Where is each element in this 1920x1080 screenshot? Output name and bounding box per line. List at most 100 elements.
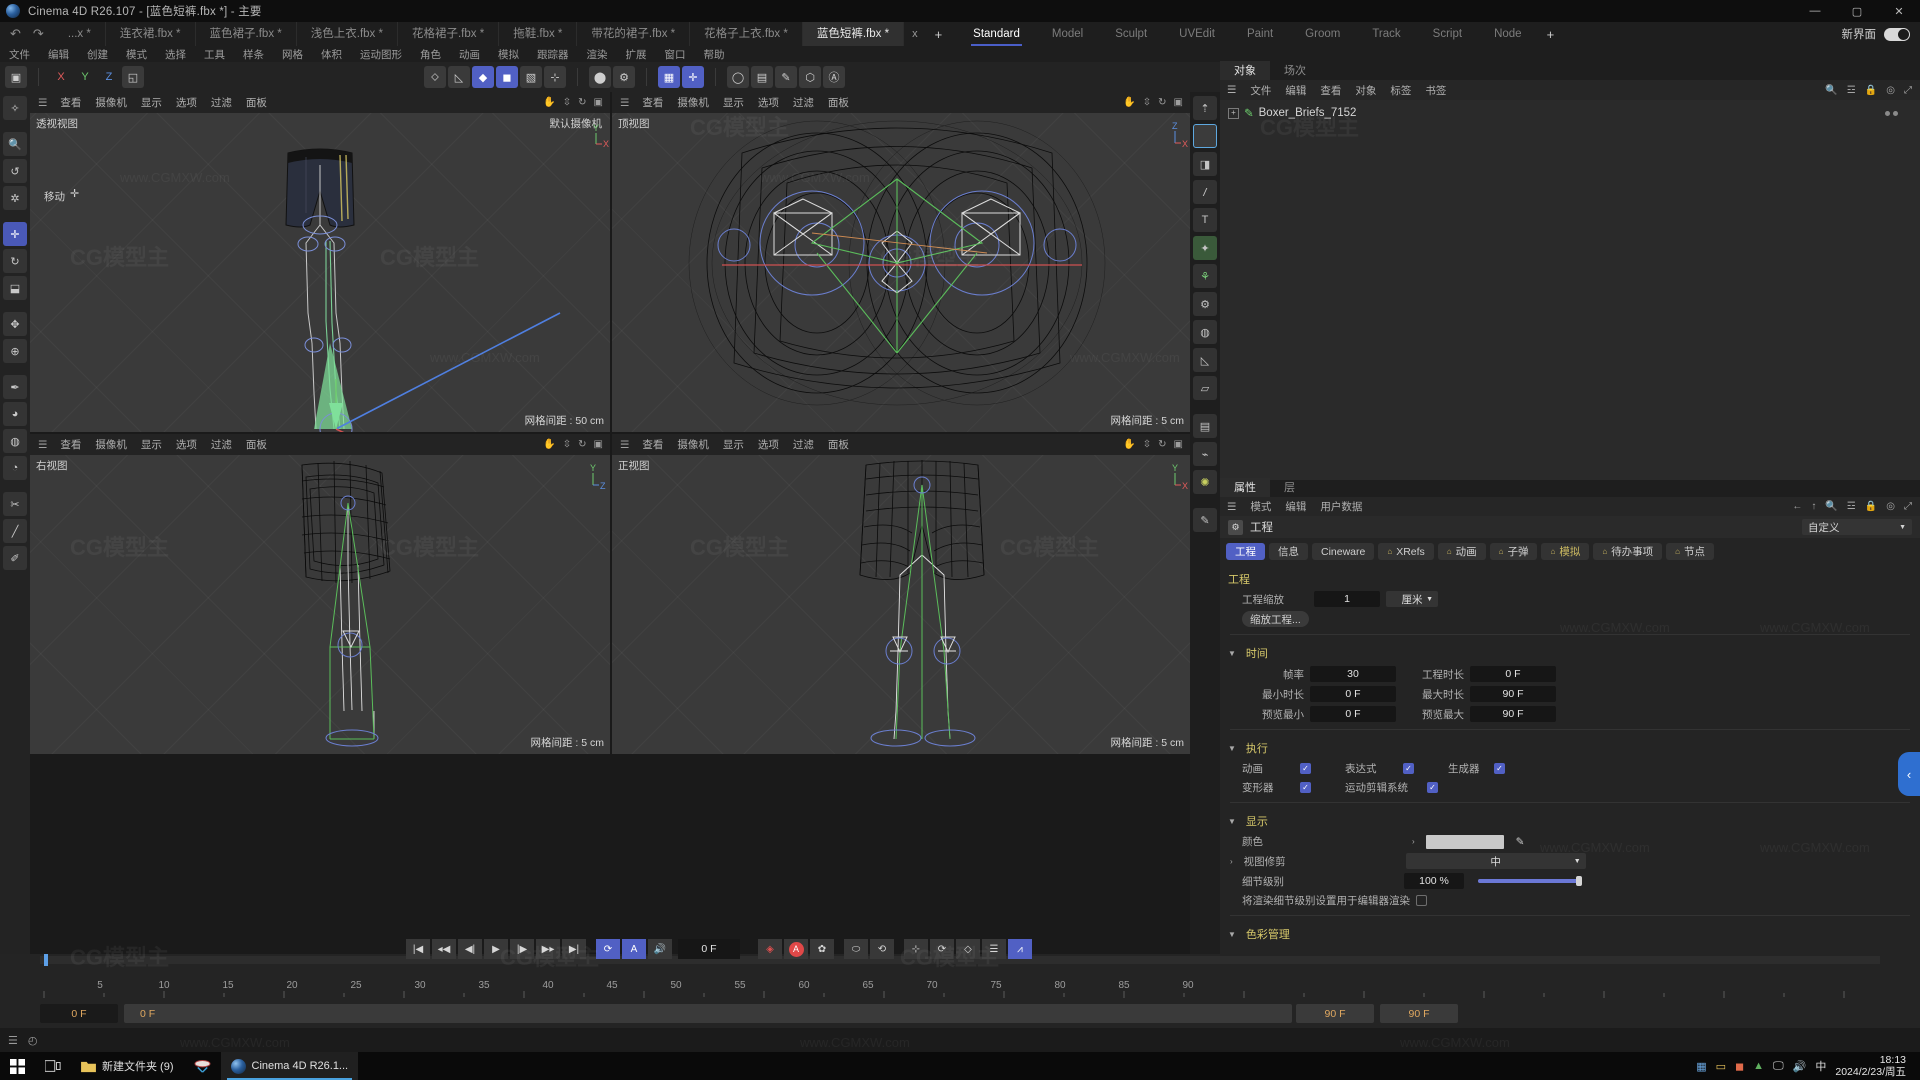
keyframe-settings-button[interactable]: ✿ xyxy=(810,939,834,959)
preset-dropdown[interactable]: 自定义 ▼ xyxy=(1802,519,1912,535)
layout-tab-paint[interactable]: Paint xyxy=(1231,22,1289,46)
chevron-right-icon[interactable]: › xyxy=(1412,837,1420,846)
dolly-icon[interactable]: ⇳ xyxy=(1143,439,1151,450)
preview-min-input[interactable]: 0 F xyxy=(1310,706,1396,722)
vp-menu-view[interactable]: 查看 xyxy=(635,95,670,110)
snap-enable-icon[interactable]: ✛ xyxy=(682,66,704,88)
range-ruler[interactable] xyxy=(40,988,1880,998)
redo-icon[interactable]: ↷ xyxy=(33,26,44,42)
orbit-icon[interactable]: ↻ xyxy=(1158,97,1166,108)
max-time-input[interactable]: 90 F xyxy=(1470,686,1556,702)
expand-icon[interactable]: ⤢ xyxy=(1904,85,1912,96)
point-mode-icon[interactable]: ⬦ xyxy=(424,66,446,88)
maximize-button[interactable]: ▢ xyxy=(1836,0,1878,22)
taskbar-item-c4d[interactable]: Cinema 4D R26.1... xyxy=(220,1052,359,1080)
min-time-input[interactable]: 0 F xyxy=(1310,686,1396,702)
pen-tool-icon[interactable]: ✎ xyxy=(1193,508,1217,532)
vp-menu-panel[interactable]: 面板 xyxy=(821,95,856,110)
chip-todo[interactable]: ⌂ 待办事项 xyxy=(1593,543,1663,560)
range-start-field[interactable]: 0 F xyxy=(124,1004,1292,1023)
status-burger-icon[interactable]: ☰ xyxy=(8,1034,18,1047)
viewport-front-canvas[interactable]: 正视图 网格间距 : 5 cm Y X xyxy=(612,455,1190,754)
taskbar-item-snip[interactable] xyxy=(184,1052,221,1080)
tab-objects[interactable]: 对象 xyxy=(1220,61,1270,80)
render-settings-icon[interactable]: ⚙ xyxy=(613,66,635,88)
frame-end-field[interactable]: 90 F xyxy=(1296,1004,1374,1023)
render-view-icon[interactable]: ⬤ xyxy=(589,66,611,88)
magic-wand-icon[interactable]: ✧ xyxy=(3,96,27,120)
chip-bullet[interactable]: ⌂ 子弹 xyxy=(1489,543,1538,560)
vp-menu-filter[interactable]: 过滤 xyxy=(786,437,821,452)
close-button[interactable]: ✕ xyxy=(1878,0,1920,22)
menu-simulate[interactable]: 模拟 xyxy=(489,47,528,62)
viewport-menu-icon[interactable]: ☰ xyxy=(612,97,635,109)
layout-tab-uvedit[interactable]: UVEdit xyxy=(1163,22,1231,46)
menu-file[interactable]: 文件 xyxy=(0,47,39,62)
vp-menu-options[interactable]: 选项 xyxy=(751,95,786,110)
vp-menu-panel[interactable]: 面板 xyxy=(239,95,274,110)
live-selection-icon[interactable]: ▣ xyxy=(5,66,27,88)
rotation-key-button[interactable]: ⟲ xyxy=(870,939,894,959)
field-icon[interactable]: ✺ xyxy=(1193,470,1217,494)
preview-max-input[interactable]: 90 F xyxy=(1470,706,1556,722)
vp-menu-display[interactable]: 显示 xyxy=(134,95,169,110)
lock-z-icon[interactable]: Z xyxy=(98,66,120,88)
search-icon[interactable]: 🔍 xyxy=(1825,501,1837,512)
snap-grid-icon[interactable]: ▦ xyxy=(658,66,680,88)
spline-pen-icon[interactable]: Ⳇ xyxy=(1193,180,1217,204)
current-frame-field[interactable]: 0 F xyxy=(678,939,740,959)
render-lod-checkbox[interactable]: ✓ xyxy=(1416,895,1427,906)
lock-x-icon[interactable]: X xyxy=(50,66,72,88)
vp-menu-camera[interactable]: 摄像机 xyxy=(88,95,134,110)
document-tab[interactable]: 带花的裙子.fbx * xyxy=(577,22,691,46)
menu-help[interactable]: 帮助 xyxy=(695,47,734,62)
model-mode-icon[interactable]: ◼ xyxy=(496,66,518,88)
animation-checkbox[interactable]: ✓ xyxy=(1300,763,1311,774)
speaker-icon[interactable]: 🔊 xyxy=(1793,1060,1807,1073)
chip-info[interactable]: 信息 xyxy=(1269,543,1308,560)
line-cut-icon[interactable]: ╱ xyxy=(3,519,27,543)
pan-icon[interactable]: ✋ xyxy=(1123,97,1135,108)
camera-icon[interactable]: ▱ xyxy=(1193,376,1217,400)
polygon-mode-icon[interactable]: ◆ xyxy=(472,66,494,88)
redo-history-icon[interactable]: ✲ xyxy=(3,186,27,210)
lod-input[interactable]: 100 % xyxy=(1404,873,1464,889)
section-display-header[interactable]: ▼ 显示 xyxy=(1220,808,1920,832)
brush-icon[interactable]: ✒ xyxy=(3,375,27,399)
selection-box-icon[interactable] xyxy=(1193,124,1217,148)
view-clipping-dropdown[interactable]: 中 ▼ xyxy=(1405,853,1586,869)
display-icon[interactable]: 🖵 xyxy=(1773,1060,1784,1073)
section-execute-header[interactable]: ▼ 执行 xyxy=(1220,735,1920,759)
eyedropper-icon[interactable]: ✎ xyxy=(1516,836,1525,848)
document-tab[interactable]: ...x * xyxy=(54,22,106,46)
vp-menu-camera[interactable]: 摄像机 xyxy=(88,437,134,452)
lock-icon[interactable]: 🔒 xyxy=(1865,85,1877,96)
target-icon[interactable]: ◎ xyxy=(1886,501,1895,512)
menu-animation[interactable]: 动画 xyxy=(450,47,489,62)
menu-volume[interactable]: 体积 xyxy=(312,47,351,62)
layout-tab-node[interactable]: Node xyxy=(1478,22,1538,46)
mograph-icon[interactable]: ✦ xyxy=(1193,236,1217,260)
folder-tray-icon[interactable]: ▭ xyxy=(1716,1060,1726,1073)
layout-tab-track[interactable]: Track xyxy=(1356,22,1416,46)
pan-icon[interactable]: ✋ xyxy=(543,439,555,450)
knife-icon[interactable]: ✂ xyxy=(3,492,27,516)
viewport-menu-icon[interactable]: ☰ xyxy=(30,97,53,109)
document-tab[interactable]: 花格裙子.fbx * xyxy=(398,22,500,46)
am-menu-edit[interactable]: 编辑 xyxy=(1278,499,1313,514)
next-frame-button[interactable]: |▶ xyxy=(510,939,534,959)
point-level-button[interactable]: ☰ xyxy=(982,939,1006,959)
add-layout-icon[interactable]: + xyxy=(1538,27,1564,42)
menu-tracker[interactable]: 跟踪器 xyxy=(528,47,578,62)
search-icon[interactable]: 🔍 xyxy=(3,132,27,156)
om-menu-tag[interactable]: 标签 xyxy=(1383,83,1418,98)
edge-mode-icon[interactable]: ◺ xyxy=(448,66,470,88)
pla-key-button[interactable]: ◇ xyxy=(956,939,980,959)
autokey-mode-button[interactable]: A xyxy=(622,939,646,959)
viewport-top[interactable]: ☰ 查看 摄像机 显示 选项 过滤 面板 ✋ ⇳ ↻ ▣ 顶视图 网格间距 : … xyxy=(612,92,1190,432)
taskbar-item-folder[interactable]: 新建文件夹 (9) xyxy=(71,1052,184,1080)
menu-mode[interactable]: 模式 xyxy=(117,47,156,62)
menu-mesh[interactable]: 网格 xyxy=(273,47,312,62)
go-to-end-button[interactable]: ▶| xyxy=(562,939,586,959)
add-tab-icon[interactable]: + xyxy=(926,27,952,42)
